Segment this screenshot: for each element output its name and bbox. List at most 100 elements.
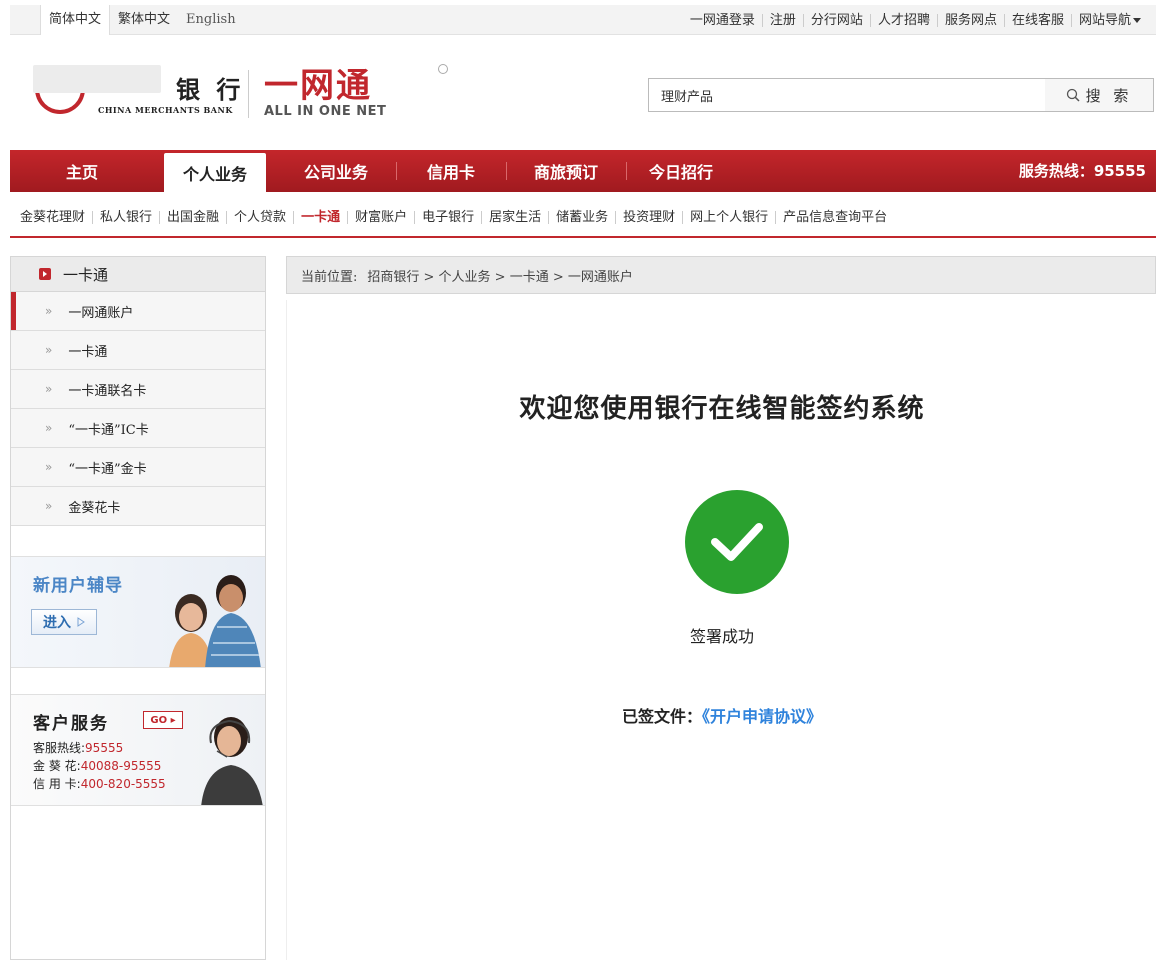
subnav-product-info-platform[interactable]: 产品信息查询平台 [775,210,894,224]
subnav-investment[interactable]: 投资理财 [615,210,682,224]
bank-name: 银 行 [176,75,245,104]
cs-label: 客服热线: [33,741,86,755]
link-service-outlets[interactable]: 服务网点 [936,13,1004,27]
go-button[interactable]: GO ▸ [143,711,183,729]
nav-personal-banking[interactable]: 个人业务 [164,153,266,192]
customer-service-banner[interactable]: 客户服务 GO ▸ 客服热线:95555 金 葵 花:40088-95555 信… [11,694,265,806]
signed-documents: 已签文件：《开户申请协议》 [287,703,1156,727]
agent-illustration-icon [201,717,263,805]
double-chevron-icon: » [45,343,53,357]
breadcrumb-path: 招商银行 > 个人业务 > 一卡通 > 一网通账户 [367,269,633,285]
main-content: 欢迎您使用银行在线智能签约系统 签署成功 已签文件：《开户申请协议》 [286,300,1156,960]
enter-button[interactable]: 进入 [31,609,97,635]
page-title: 欢迎您使用银行在线智能签约系统 [519,394,925,424]
nav-home[interactable]: 主页 [10,150,154,192]
search-button[interactable]: 搜 索 [1045,78,1154,112]
nav-today-cmb[interactable]: 今日招行 [626,150,736,192]
double-chevron-icon: » [45,382,53,396]
status-message: 签署成功 [689,627,754,646]
nav-credit-card[interactable]: 信用卡 [396,150,506,192]
product-logo-en: ALL IN ONE NET [264,104,387,119]
sidebar-item-gold-card[interactable]: » “一卡通”金卡 [11,448,265,487]
subnav-personal-loans[interactable]: 个人贷款 [226,210,293,224]
lang-traditional-chinese[interactable]: 繁体中文 [110,5,178,35]
subnav-e-banking[interactable]: 电子银行 [414,210,481,224]
subnav-wealth-account[interactable]: 财富账户 [347,210,414,224]
nav-corporate-banking[interactable]: 公司业务 [276,150,396,192]
search-button-label: 搜 索 [1085,86,1133,105]
sidebar-title-label: 一卡通 [63,265,109,284]
sidebar-item-label: 金葵花卡 [68,500,121,516]
promo-title: 新用户辅导 [33,576,123,596]
link-register[interactable]: 注册 [761,13,803,27]
cs-sunflower-line: 金 葵 花:40088-95555 [33,757,161,774]
bank-name-english: CHINA MERCHANTS BANK [98,105,233,115]
subnav-savings[interactable]: 储蓄业务 [548,210,615,224]
customer-service-title: 客户服务 [33,714,109,734]
link-online-support[interactable]: 在线客服 [1003,13,1071,27]
redacted-logo-region [33,65,161,93]
double-chevron-icon: » [45,460,53,474]
sidebar-item-label: “一卡通”IC卡 [68,422,149,438]
nav-travel-booking[interactable]: 商旅预订 [506,150,626,192]
subnav-all-in-one-card[interactable]: 一卡通 [293,210,347,224]
registered-mark-icon [438,64,448,74]
search-box [648,78,1046,112]
lang-simplified-chinese[interactable]: 简体中文 [40,5,111,35]
subnav-home-life[interactable]: 居家生活 [481,210,548,224]
cs-value: 40088-95555 [80,759,162,773]
sidebar-item-label: 一卡通 [68,344,108,360]
success-check-icon [685,490,789,594]
main-nav: 主页 个人业务 公司业务 信用卡 商旅预订 今日招行 服务热线：95555 [10,150,1156,192]
sub-nav: 金葵花理财 私人银行 出国金融 个人贷款 一卡通 财富账户 电子银行 居家生活 … [20,200,894,234]
sidebar-item-sunflower-card[interactable]: » 金葵花卡 [11,487,265,526]
cs-credit-card-line: 信 用 卡:400-820-5555 [33,775,166,792]
search-icon [1066,88,1080,102]
cs-value: 400-820-5555 [80,777,166,791]
sidebar-item-label: 一卡通联名卡 [68,383,147,399]
signed-label: 已签文件： [621,707,702,726]
lang-english[interactable]: English [178,5,244,35]
agreement-link[interactable]: 《开户申请协议》 [702,707,822,726]
search-input[interactable] [649,79,1045,111]
link-branch-sites[interactable]: 分行网站 [802,13,870,27]
sidebar-title: 一卡通 [11,256,265,292]
sidebar-item-aio-account[interactable]: » 一网通账户 [11,292,265,331]
check-icon [711,523,763,561]
sidebar-item-label: “一卡通”金卡 [68,461,147,477]
new-user-guide-banner[interactable]: 新用户辅导 进入 [11,556,265,668]
subnav-sunflower-wealth[interactable]: 金葵花理财 [20,211,92,224]
cs-label: 信 用 卡: [33,777,81,791]
sidebar: 一卡通 » 一网通账户 » 一卡通 » 一卡通联名卡 » “一卡通”IC卡 » “一卡通”… [10,256,266,960]
link-careers[interactable]: 人才招聘 [869,13,937,27]
service-hotline: 服务热线：95555 [1018,162,1146,180]
link-login[interactable]: 一网通登录 [683,14,762,27]
sidebar-item-card[interactable]: » 一卡通 [11,331,265,370]
top-utility-bar: 简体中文 繁体中文 English 一网通登录 注册 分行网站 人才招聘 服务网… [0,0,1156,40]
double-chevron-icon: » [45,499,53,513]
subnav-overseas-finance[interactable]: 出国金融 [159,210,226,224]
subnav-online-personal-banking[interactable]: 网上个人银行 [682,210,775,224]
cs-label: 金 葵 花: [33,759,81,773]
sidebar-item-ic-card[interactable]: » “一卡通”IC卡 [11,409,265,448]
top-links: 一网通登录 注册 分行网站 人才招聘 服务网点 在线客服 网站导航 [683,5,1148,35]
go-button-label: GO [150,714,168,726]
product-logo-cn: 一网通 [264,66,372,106]
link-site-nav[interactable]: 网站导航 [1070,12,1148,28]
arrow-right-icon: ▸ [170,714,176,726]
breadcrumb: 当前位置: 招商银行 > 个人业务 > 一卡通 > 一网通账户 [286,256,1156,294]
site-nav-label: 网站导航 [1078,12,1131,28]
logo-divider [248,70,249,118]
logo-area[interactable]: 银 行 CHINA MERCHANTS BANK 一网通 ALL IN ONE … [18,56,448,130]
sidebar-item-cobrand-card[interactable]: » 一卡通联名卡 [11,370,265,409]
enter-button-label: 进入 [43,615,71,631]
arrow-right-icon [39,268,51,280]
cs-value: 95555 [85,741,124,755]
play-arrow-icon [77,617,85,627]
breadcrumb-label: 当前位置: [301,269,358,285]
language-switcher: 简体中文 繁体中文 English [40,5,244,35]
double-chevron-icon: » [45,304,53,318]
sidebar-item-label: 一网通账户 [68,305,134,321]
chevron-down-icon [1133,17,1141,23]
subnav-private-banking[interactable]: 私人银行 [92,210,159,224]
